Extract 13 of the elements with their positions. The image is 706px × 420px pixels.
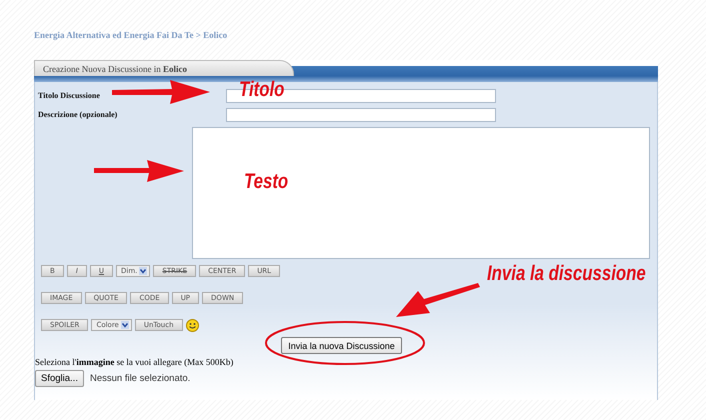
annotation-text: Titolo xyxy=(239,78,284,102)
annotation-text: Testo xyxy=(244,170,288,194)
chevron-down-icon xyxy=(120,321,129,329)
field-label: Titolo Discussione xyxy=(38,91,101,100)
field-label: Descrizione (opzionale) xyxy=(38,110,118,119)
input-field[interactable] xyxy=(226,108,496,122)
browse-button[interactable]: Sfoglia... xyxy=(35,370,84,387)
file-status: Nessun file selezionato. xyxy=(90,373,190,384)
chevron-down-icon xyxy=(139,267,148,275)
attach-label: Seleziona l'immagine se la vuoi allegare (Max 500Kb) xyxy=(35,357,234,367)
annotation-text: Invia la discussione xyxy=(487,262,646,286)
submit-button[interactable]: Invia la nuova Discussione xyxy=(281,337,402,354)
smiley-icon[interactable] xyxy=(186,318,199,332)
